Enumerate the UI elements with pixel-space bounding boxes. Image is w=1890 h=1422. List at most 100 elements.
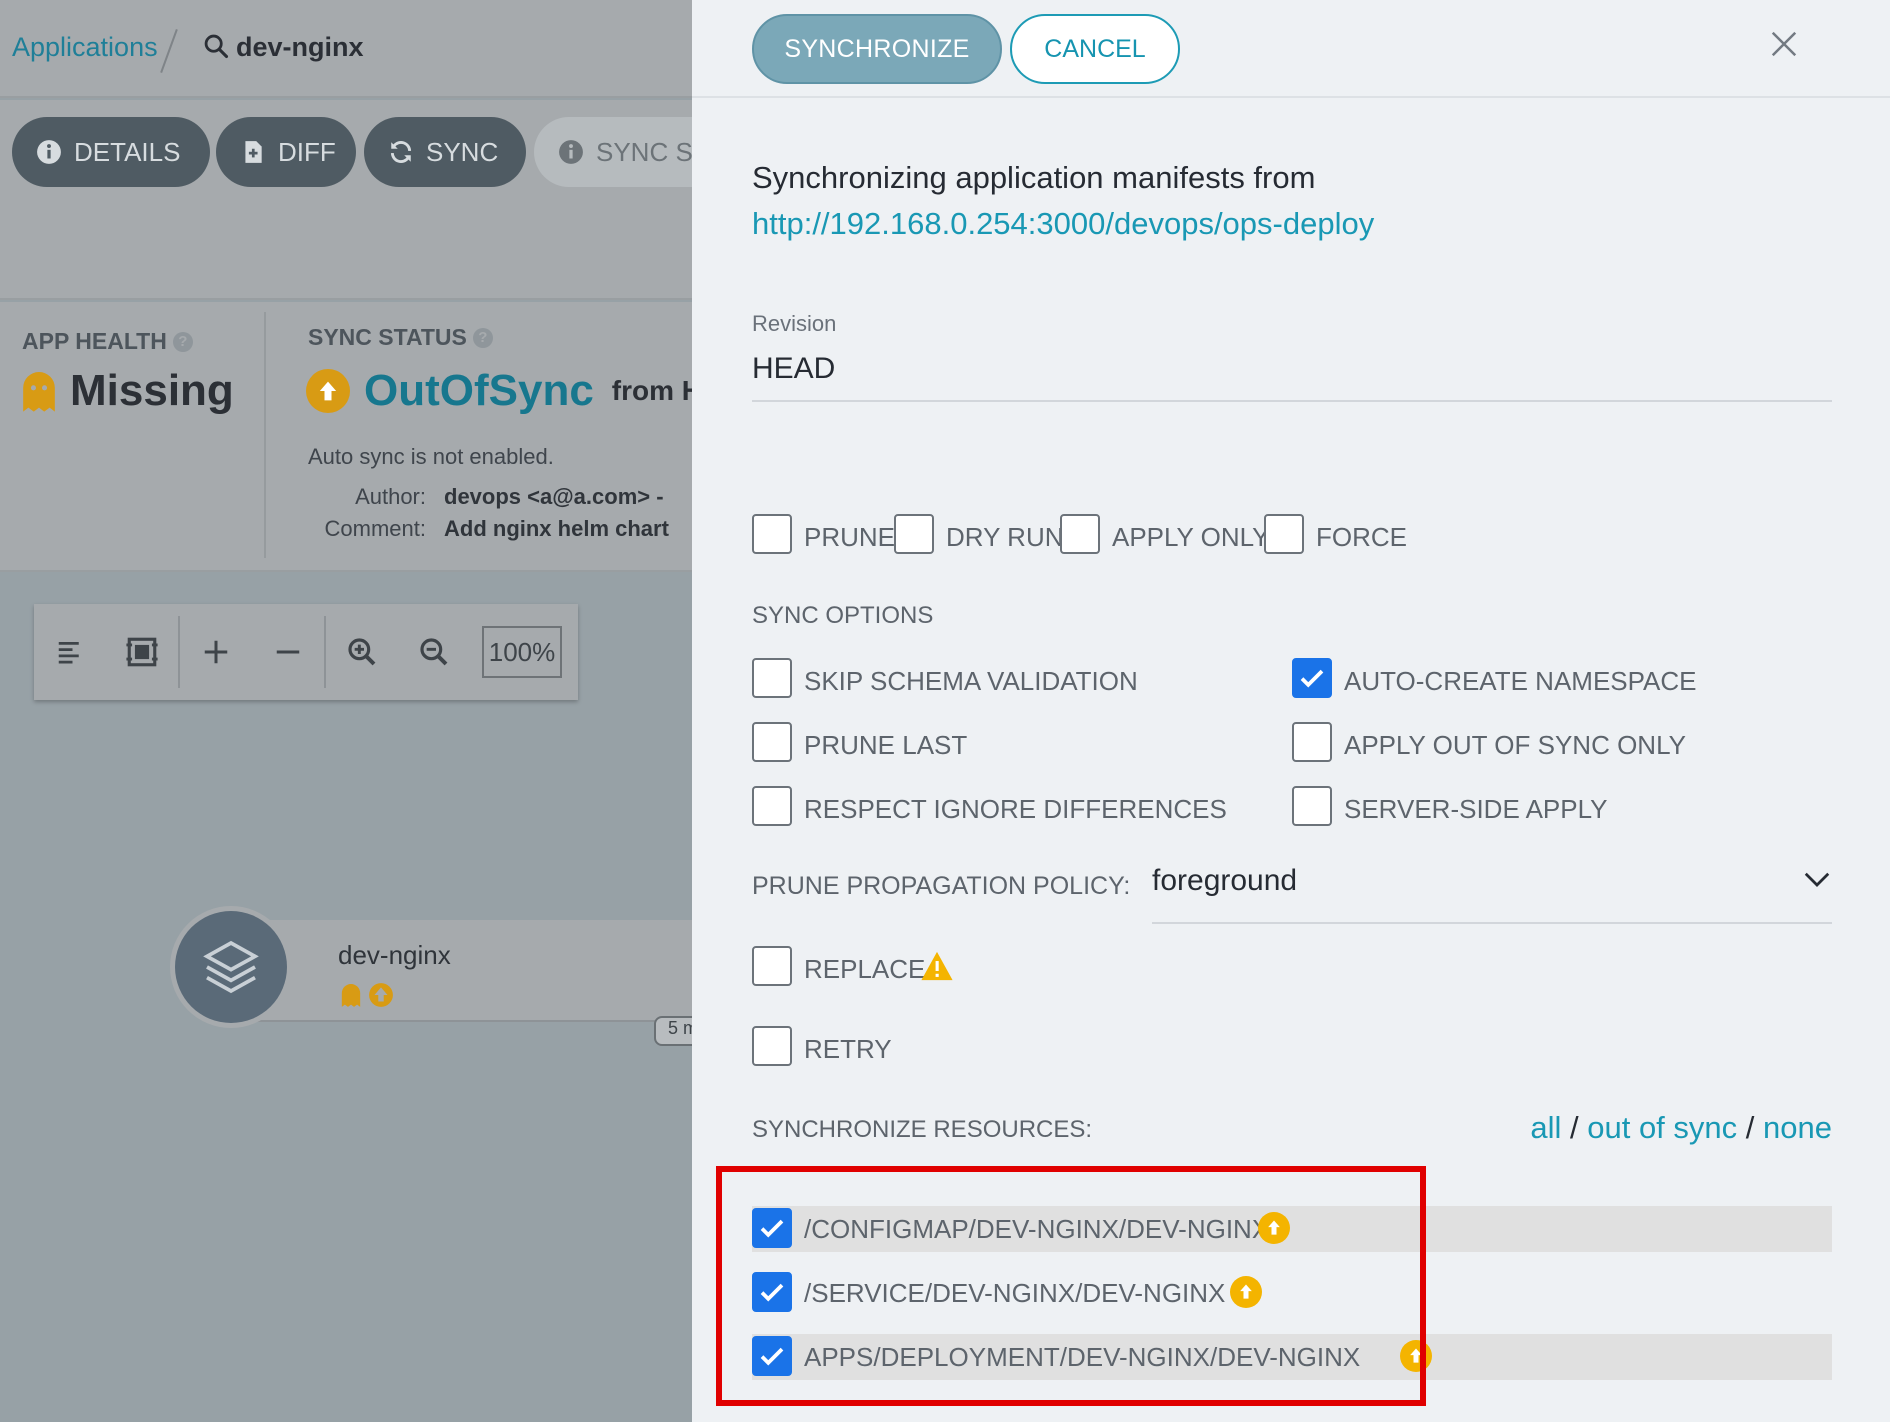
revision-underline (752, 400, 1832, 402)
comment-label: Comment: (324, 516, 426, 541)
prune-policy-label: PRUNE PROPAGATION POLICY: (752, 872, 1131, 900)
panel-header: SYNCHRONIZE CANCEL (692, 0, 1890, 98)
status-panel: APP HEALTH ? Missing SYNC STATUS ? OutOf… (0, 302, 692, 572)
app-node[interactable]: dev-nginx (170, 906, 692, 1028)
select-all-link[interactable]: all (1530, 1110, 1561, 1145)
age-badge: 5 m (654, 1016, 692, 1046)
select-none-link[interactable]: none (1763, 1110, 1832, 1145)
expand-button[interactable] (180, 604, 252, 700)
apply-only-label: APPLY ONLY (1112, 522, 1270, 552)
help-icon[interactable]: ? (172, 331, 193, 352)
sync-options-heading: SYNC OPTIONS (752, 602, 934, 629)
collapse-button[interactable] (252, 604, 324, 700)
sync-status-heading: SYNC STATUS ? (308, 324, 493, 351)
arrow-up-circle-icon (369, 983, 393, 1007)
breadcrumb-app-name[interactable]: dev-nginx (236, 32, 364, 63)
cancel-button[interactable]: CANCEL (1010, 14, 1180, 84)
retry-checkbox[interactable] (752, 1026, 792, 1066)
author-value: devops <a@a.com> - (444, 484, 664, 509)
skip-schema-validation-checkbox[interactable] (752, 658, 792, 698)
close-icon[interactable] (1762, 22, 1806, 66)
help-icon[interactable]: ? (472, 327, 493, 348)
sync-status-label: SYNC STATUS (308, 324, 467, 350)
skip-schema-validation-label: SKIP SCHEMA VALIDATION (804, 666, 1138, 696)
check-icon (1300, 669, 1324, 688)
replace-label: REPLACE (804, 954, 926, 984)
respect-ignore-differences-checkbox[interactable] (752, 786, 792, 826)
sync-icon (390, 141, 412, 163)
sync-panel: SYNCHRONIZE CANCEL Synchronizing applica… (692, 0, 1890, 1422)
chevron-down-icon[interactable] (1802, 868, 1832, 892)
sync-button[interactable]: SYNC (364, 117, 526, 187)
prune-last-label: PRUNE LAST (804, 730, 968, 760)
zoom-out-icon (420, 638, 448, 666)
diff-button[interactable]: DIFF (216, 117, 356, 187)
fit-view-button[interactable] (106, 604, 178, 700)
zoom-in-icon (348, 638, 376, 666)
resources-heading: SYNCHRONIZE RESOURCES: (752, 1116, 1093, 1143)
apply-out-of-sync-only-label: APPLY OUT OF SYNC ONLY (1344, 730, 1686, 760)
layers-icon (175, 911, 287, 1023)
graph-toolbar: 100% (34, 604, 578, 700)
zoom-out-button[interactable] (398, 604, 470, 700)
sync-intro-text: Synchronizing application manifests from (752, 160, 1316, 195)
repo-url-link[interactable]: http://192.168.0.254:3000/devops/ops-dep… (752, 206, 1374, 242)
zoom-level[interactable]: 100% (482, 626, 562, 678)
app-health-value: Missing (20, 366, 234, 416)
node-card (230, 920, 692, 1022)
resource-select-links: all / out of sync / none (1530, 1110, 1832, 1146)
respect-ignore-differences-label: RESPECT IGNORE DIFFERENCES (804, 794, 1227, 824)
force-label: FORCE (1316, 522, 1407, 552)
arrow-up-circle-icon (306, 369, 350, 413)
server-side-apply-label: SERVER-SIDE APPLY (1344, 794, 1608, 824)
info-icon (559, 140, 583, 164)
highlight-annotation-box (716, 1166, 1426, 1406)
fit-screen-icon (126, 637, 158, 667)
revision-label: Revision (752, 311, 837, 336)
zoom-in-button[interactable] (326, 604, 398, 700)
force-checkbox[interactable] (1264, 514, 1304, 554)
select-out-of-sync-link[interactable]: out of sync (1587, 1110, 1737, 1145)
warning-icon (921, 951, 953, 981)
author-label: Author: (355, 484, 426, 509)
server-side-apply-checkbox[interactable] (1292, 786, 1332, 826)
auto-create-namespace-label: AUTO-CREATE NAMESPACE (1344, 666, 1697, 696)
breadcrumb-applications-link[interactable]: Applications (12, 32, 158, 63)
app-health-heading: APP HEALTH ? (22, 328, 193, 355)
revision-input[interactable]: HEAD (752, 352, 835, 386)
dry-run-label: DRY RUN (946, 522, 1064, 552)
apply-only-checkbox[interactable] (1060, 514, 1100, 554)
app-health-label: APP HEALTH (22, 328, 167, 354)
list-view-button[interactable] (34, 604, 106, 700)
app-background: Applications dev-nginx DETAILS DIFF SYNC… (0, 0, 692, 1422)
minus-icon (276, 650, 300, 654)
breadcrumb-separator (160, 29, 178, 73)
node-icon-ring (170, 906, 292, 1028)
prune-last-checkbox[interactable] (752, 722, 792, 762)
replace-checkbox[interactable] (752, 946, 792, 986)
dry-run-checkbox[interactable] (894, 514, 934, 554)
action-bar: DETAILS DIFF SYNC SYNC ST (0, 100, 692, 300)
diff-label: DIFF (278, 136, 336, 167)
file-diff-icon (245, 141, 262, 163)
ghost-icon (341, 984, 361, 1007)
sync-status-label: SYNC ST (596, 136, 692, 167)
node-status-icons (340, 982, 394, 1008)
search-icon[interactable] (202, 32, 230, 60)
comment-value: Add nginx helm chart (444, 516, 669, 541)
prune-checkbox[interactable] (752, 514, 792, 554)
app-health-text: Missing (70, 366, 234, 415)
node-name: dev-nginx (338, 940, 451, 970)
separator: / (1569, 1110, 1579, 1145)
info-icon (37, 140, 61, 164)
auto-sync-note: Auto sync is not enabled. (308, 444, 554, 469)
top-bar: Applications dev-nginx (0, 0, 692, 98)
details-button[interactable]: DETAILS (12, 117, 210, 187)
divider (264, 312, 266, 558)
apply-out-of-sync-only-checkbox[interactable] (1292, 722, 1332, 762)
synchronize-button[interactable]: SYNCHRONIZE (752, 14, 1002, 84)
sync-status-button[interactable]: SYNC ST (534, 117, 692, 187)
auto-create-namespace-checkbox[interactable] (1292, 658, 1332, 698)
sync-from-text: from HE (611, 375, 692, 406)
prune-policy-select[interactable]: foreground (1152, 864, 1297, 898)
